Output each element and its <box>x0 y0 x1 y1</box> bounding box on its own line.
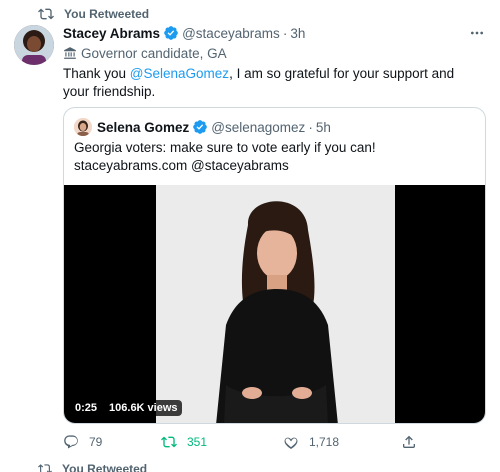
separator-dot: · <box>308 119 313 135</box>
tweet-actions: 79 351 1,718 <box>63 432 423 452</box>
retweet-icon <box>161 436 177 448</box>
quoted-avatar-image <box>74 118 92 136</box>
share-icon <box>403 435 415 448</box>
video-thumbnail <box>156 185 395 423</box>
next-retweet-label: You Retweeted <box>62 462 148 472</box>
retweet-banner-label: You Retweeted <box>64 7 150 21</box>
avatar-image <box>14 25 54 65</box>
tweet-header: Stacey Abrams @staceyabrams · 3h <box>63 24 486 42</box>
retweet-icon <box>38 8 54 20</box>
tweet-text: Thank you @SelenaGomez, I am so grateful… <box>63 65 463 101</box>
video-player[interactable]: 0:25 106.6K views <box>64 185 485 423</box>
quoted-tweet-text: Georgia voters: make sure to vote early … <box>74 140 376 173</box>
retweet-icon <box>38 464 52 472</box>
retweet-button[interactable]: 351 <box>161 432 207 452</box>
video-thumbnail-image <box>156 185 395 423</box>
author-name[interactable]: Stacey Abrams <box>63 26 160 41</box>
tweet-text-start: Thank you <box>63 66 130 81</box>
government-building-icon <box>64 47 76 59</box>
affiliation-label: Governor candidate, GA <box>63 44 227 62</box>
tweet-timestamp[interactable]: 3h <box>290 26 305 41</box>
quoted-tweet[interactable]: Selena Gomez @selenagomez · 5h Georgia v… <box>63 107 486 424</box>
more-icon <box>471 31 483 35</box>
retweet-count: 351 <box>187 435 208 449</box>
reply-icon <box>64 435 78 449</box>
reply-button[interactable]: 79 <box>63 432 102 452</box>
reply-count: 79 <box>89 435 103 449</box>
heart-icon <box>284 437 298 450</box>
quoted-author-name: Selena Gomez <box>97 119 190 135</box>
like-count: 1,718 <box>309 435 340 449</box>
video-duration: 0:25 <box>71 400 102 416</box>
avatar[interactable] <box>14 25 54 65</box>
verified-badge-icon <box>193 120 208 134</box>
share-button[interactable] <box>401 432 427 452</box>
quoted-author-handle: @selenagomez <box>211 119 306 135</box>
retweet-banner: You Retweeted <box>38 6 149 22</box>
like-button[interactable]: 1,718 <box>283 432 339 452</box>
quoted-avatar <box>74 118 92 136</box>
mention-link[interactable]: @SelenaGomez <box>130 66 229 81</box>
video-views: 106.6K views <box>105 400 182 416</box>
affiliation-text: Governor candidate, GA <box>81 45 227 61</box>
quoted-timestamp: 5h <box>315 119 331 135</box>
video-info: 0:25 106.6K views <box>71 399 182 417</box>
quoted-tweet-header: Selena Gomez @selenagomez · 5h <box>74 118 331 136</box>
more-options-button[interactable] <box>468 24 486 42</box>
next-retweet-banner: You Retweeted <box>38 462 147 472</box>
author-handle[interactable]: @staceyabrams <box>182 26 280 41</box>
separator-dot: · <box>282 25 288 41</box>
verified-badge-icon <box>164 26 178 40</box>
